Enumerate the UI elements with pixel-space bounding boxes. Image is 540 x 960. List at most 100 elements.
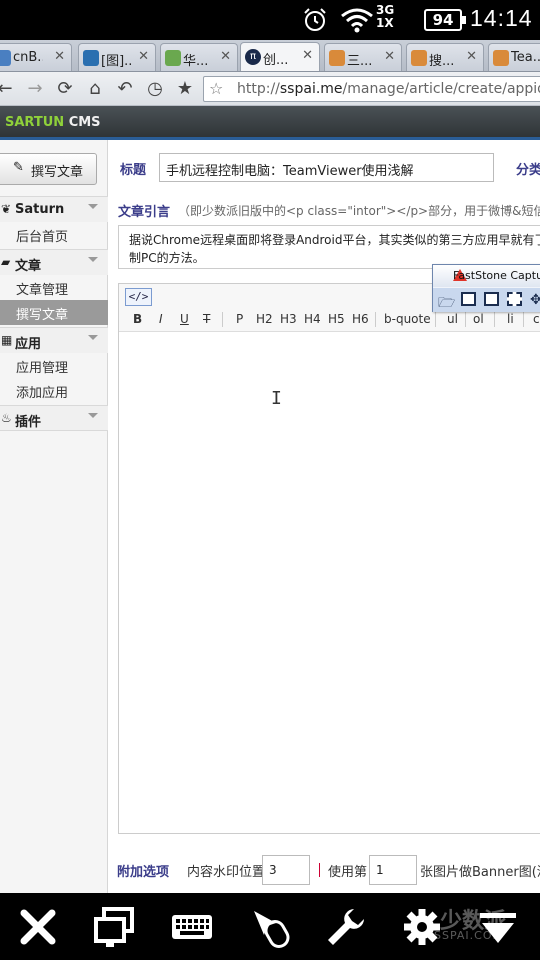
sidebar-section-saturn[interactable]: ❦ Saturn [0,196,108,222]
close-icon[interactable]: ✕ [220,49,231,64]
title-input[interactable]: 手机远程控制电脑：TeamViewer使用浅解 [159,153,494,182]
blockquote-button[interactable]: b-quote [384,312,431,326]
code-button[interactable]: c [533,312,540,326]
write-article-button[interactable]: ✎ 撰写文章 [0,153,97,185]
forward-icon[interactable]: → [24,78,46,100]
remote-control-toolbar: 少数派 SSPAI.COM [0,893,540,960]
sidebar-item-app-manage[interactable]: 应用管理 [0,353,108,378]
h3-button[interactable]: H3 [280,312,297,326]
alarm-icon [304,8,326,31]
italic-button[interactable]: I [159,312,163,326]
undo-icon[interactable]: ↶ [114,78,136,100]
tab-label: Tea... [511,50,540,65]
intro-textarea[interactable]: 据说Chrome远程桌面即将登录Android平台，其实类似的第三方应用早就有了… [118,225,540,269]
battery-level: 94 [432,11,454,29]
banner-label: 张图片做Banner图(没有 [420,865,540,880]
close-icon[interactable]: ✕ [384,49,395,64]
underline-button[interactable]: U [180,312,189,326]
chevron-down-icon [88,413,98,418]
sidebar-item-label: 应用管理 [16,361,69,376]
back-icon[interactable]: ← [0,78,16,100]
faststone-capture-toolbar[interactable]: FastStone Capture 🗁 ✥ [432,264,540,312]
tab-favicon-icon [411,50,427,66]
reload-icon[interactable]: ⟳ [54,78,76,100]
cms-logo[interactable]: SARTUN CMS [5,115,101,130]
browser-tab-active[interactable]: π 创... ✕ [240,42,320,71]
sidebar-item-write-article[interactable]: 撰写文章 [0,300,108,325]
browser-tab[interactable]: 三... ✕ [324,43,402,71]
keyboard-icon[interactable] [170,905,214,949]
unordered-list-button[interactable]: ul [447,312,458,326]
sidebar-item-add-app[interactable]: 添加应用 [0,378,108,403]
mouse-icon[interactable] [248,905,292,949]
history-icon[interactable]: ◷ [144,78,166,100]
wrench-icon[interactable] [324,905,368,949]
category-label: 分类 [516,163,540,178]
browser-tab[interactable]: 华... ✕ [160,43,238,71]
grid-icon: ▦ [1,333,13,347]
list-item-button[interactable]: li [507,312,514,326]
watermark-position-label: 内容水印位置 [187,865,266,880]
page-content: ✎ 撰写文章 ❦ Saturn 后台首页 ▰ 文章 文章管理 撰写文章 ▦ 应用 [0,140,540,893]
sidebar-section-plugins[interactable]: ♨ 插件 [0,405,108,431]
bookmark-star-icon[interactable]: ★ [174,78,196,100]
tab-favicon-icon [165,50,181,66]
tab-label: [图]... [101,54,131,69]
open-folder-icon[interactable]: 🗁 [438,292,455,311]
close-icon[interactable] [16,905,60,949]
sidebar-item-label: 添加应用 [16,386,69,401]
capture-region-icon[interactable] [507,292,522,306]
h2-button[interactable]: H2 [256,312,273,326]
tab-favicon-icon [329,50,345,66]
gear-icon[interactable] [400,905,444,949]
h4-button[interactable]: H4 [304,312,321,326]
browser-tab[interactable]: 搜... ✕ [406,43,484,71]
capture-window-icon[interactable] [461,292,476,306]
capture-freehand-icon[interactable]: ✥ [530,292,540,308]
browser-tab[interactable]: Tea... [488,43,540,71]
close-icon[interactable]: ✕ [54,49,65,64]
pencil-icon: ✎ [13,160,24,175]
faststone-titlebar[interactable]: FastStone Capture [433,265,540,287]
status-bar: 3G 1X 94 14:14 [0,0,540,40]
faststone-tools: 🗁 ✥ [433,288,540,312]
tab-favicon-icon: π [245,49,261,65]
source-code-button[interactable]: </> [125,288,152,306]
capture-object-icon[interactable] [484,292,499,306]
text-cursor-icon: I [271,388,282,409]
sidebar-item-label: 后台首页 [16,230,69,245]
h5-button[interactable]: H5 [328,312,345,326]
ordered-list-button[interactable]: ol [473,312,484,326]
close-icon[interactable]: ✕ [138,49,149,64]
paragraph-button[interactable]: P [236,312,243,326]
toolbar-divider [375,312,376,327]
tab-label: 三... [347,54,373,69]
fire-icon: ♨ [1,411,12,425]
close-icon[interactable]: ✕ [302,48,313,63]
sidebar-section-articles[interactable]: ▰ 文章 [0,249,108,275]
h6-button[interactable]: H6 [352,312,369,326]
sidebar-item-label: 文章管理 [16,283,69,298]
browser-tab[interactable]: [图]... ✕ [78,43,156,71]
section-label: 文章 [15,259,42,274]
browser-tab[interactable]: cnB... ✕ [0,43,72,71]
bookmark-outline-icon[interactable]: ☆ [209,79,223,98]
watermark-position-input[interactable]: 3 [262,855,310,885]
home-icon[interactable]: ⌂ [84,78,106,100]
logo-cms: CMS [68,115,101,130]
switch-window-icon[interactable] [92,905,136,949]
banner-image-index-input[interactable]: 1 [369,855,417,885]
use-image-label: 使用第 [328,865,368,880]
sidebar-section-apps[interactable]: ▦ 应用 [0,327,108,353]
url-field[interactable]: ☆ http://sspai.me/manage/article/create/… [203,76,540,102]
chevron-down-icon [88,204,98,209]
sidebar-item-article-manage[interactable]: 文章管理 [0,275,108,300]
bold-button[interactable]: B [133,312,142,326]
content-editor[interactable]: </> B I U T P H2 H3 H4 H5 H6 b-quote ul … [118,283,540,834]
close-icon[interactable]: ✕ [466,49,477,64]
strikethrough-button[interactable]: T [203,312,210,326]
sidebar-item-dashboard[interactable]: 后台首页 [0,222,108,247]
tab-favicon-icon [83,50,99,66]
chevron-down-icon [88,257,98,262]
tab-favicon-icon [0,50,11,66]
